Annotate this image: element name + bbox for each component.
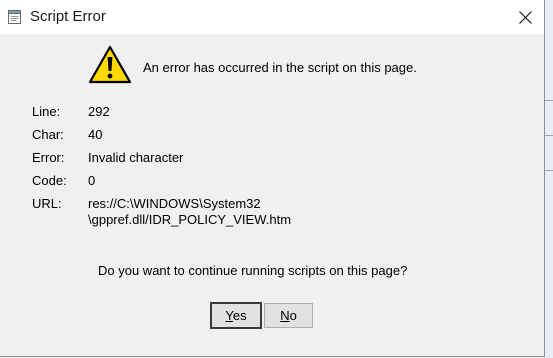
code-label: Code: <box>32 173 67 188</box>
error-value: Invalid character <box>88 150 184 165</box>
url-value-line-1: res://C:\WINDOWS\System32 <box>88 196 261 211</box>
background-divider <box>545 100 553 101</box>
title-bar[interactable]: Script Error <box>0 0 544 34</box>
background-divider <box>545 135 553 136</box>
continue-question: Do you want to continue running scripts … <box>98 263 408 278</box>
close-icon <box>518 10 532 24</box>
no-label-rest: o <box>289 308 297 323</box>
background-window-edge <box>545 0 553 358</box>
close-button[interactable] <box>508 4 542 30</box>
line-label: Line: <box>32 104 61 119</box>
window-title: Script Error <box>30 8 106 25</box>
background-divider <box>545 170 553 171</box>
url-label: URL: <box>32 196 62 211</box>
no-button[interactable]: No <box>264 303 313 328</box>
no-accelerator: N <box>280 308 290 323</box>
error-label: Error: <box>32 150 65 165</box>
char-value: 40 <box>88 127 103 142</box>
line-value: 292 <box>88 104 110 119</box>
yes-accelerator: Y <box>225 308 233 323</box>
code-value: 0 <box>88 173 96 188</box>
document-icon <box>8 10 21 24</box>
script-error-dialog: Script Error An error has occurred in th… <box>0 0 545 357</box>
warning-icon <box>88 45 132 84</box>
error-message: An error has occurred in the script on t… <box>143 60 417 75</box>
yes-button[interactable]: Yes <box>210 302 262 329</box>
url-value-line-2: \gppref.dll/IDR_POLICY_VIEW.htm <box>88 212 292 227</box>
yes-label-rest: es <box>232 308 247 323</box>
char-label: Char: <box>32 127 64 142</box>
